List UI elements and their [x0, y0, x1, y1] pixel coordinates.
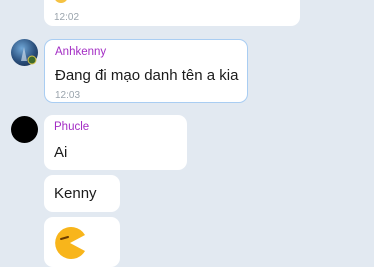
message-text: Ai	[54, 144, 68, 161]
smile-emoji-icon	[54, 0, 68, 3]
message-bubble[interactable]: Kenny	[44, 175, 120, 212]
message-bubble[interactable]: Phucle Ai	[44, 115, 187, 170]
sender-name[interactable]: Phucle	[54, 121, 89, 133]
avatar-anhkenny[interactable]	[11, 39, 38, 66]
message-text: Đang đi mạo danh tên a kia	[55, 67, 239, 84]
message-time: 12:02	[54, 12, 80, 23]
message-bubble[interactable]: 12:02	[44, 0, 300, 26]
message-time: 12:03	[55, 90, 81, 101]
message-bubble[interactable]	[44, 217, 120, 267]
avatar-phucle[interactable]	[11, 116, 38, 143]
message-text: Kenny	[54, 185, 97, 202]
message-bubble-highlighted[interactable]: Anhkenny Đang đi mạo danh tên a kia 12:0…	[44, 39, 248, 103]
pacman-emoji-icon	[53, 226, 87, 260]
sender-name[interactable]: Anhkenny	[55, 46, 106, 58]
